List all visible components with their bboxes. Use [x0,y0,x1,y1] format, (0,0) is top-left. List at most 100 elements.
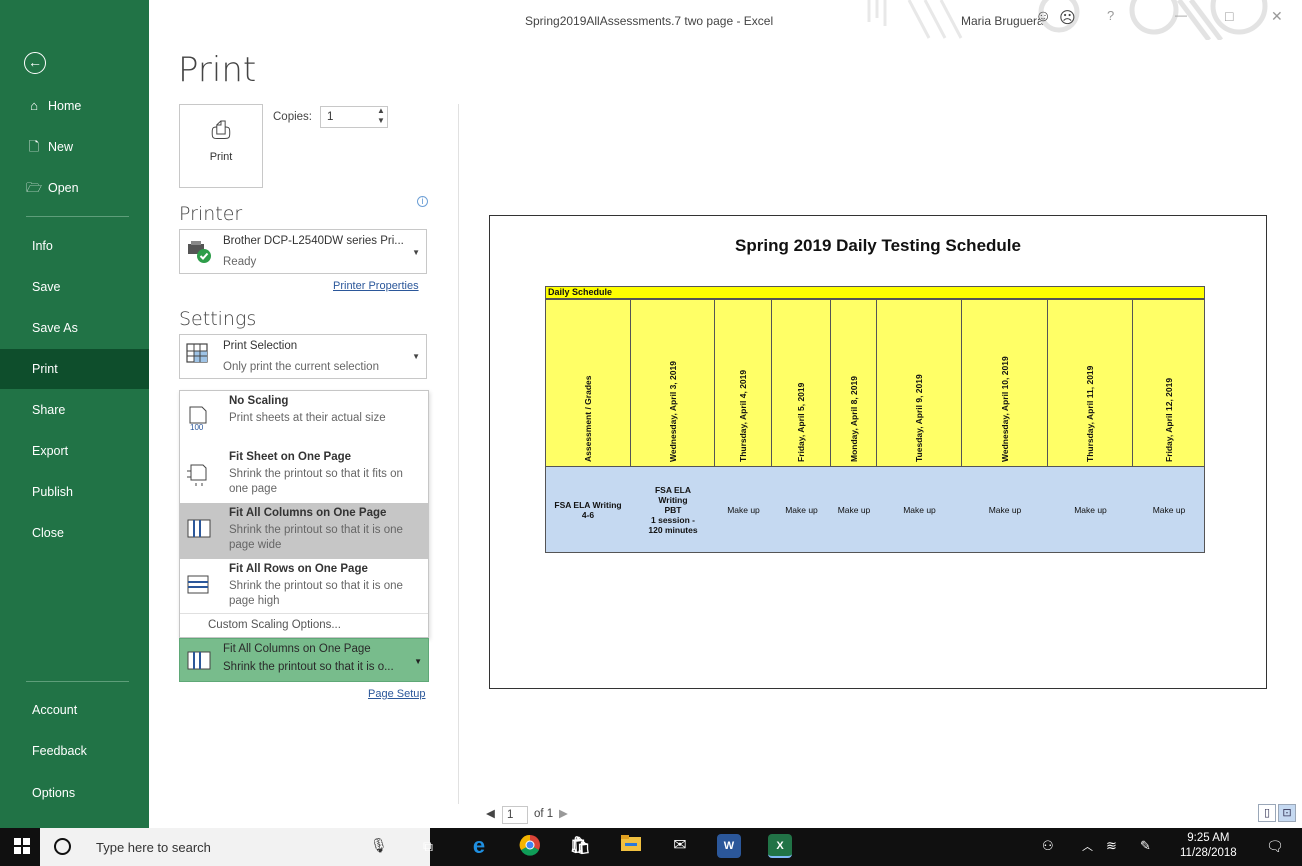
new-doc-icon: 🗋 [28,139,40,154]
sidebar-item-export[interactable]: Export [0,431,149,471]
table-header-label: Tuesday, April 9, 2019 [914,374,924,462]
back-arrow-icon[interactable]: ← [24,52,46,74]
print-preview-page: Spring 2019 Daily Testing Schedule Daily… [489,215,1267,689]
scaling-dropdown[interactable]: Fit All Columns on One Page Shrink the p… [179,638,429,682]
windows-start-icon[interactable] [14,838,30,859]
smile-feedback-icon[interactable]: ☺ [1035,8,1051,26]
people-icon[interactable]: ⚇ [1042,838,1054,854]
close-icon[interactable]: ✕ [1271,8,1283,25]
show-margins-icon[interactable]: ▯ [1258,804,1276,822]
sidebar-item-info[interactable]: Info [0,226,149,266]
next-page-icon[interactable]: ▶ [559,806,568,820]
prev-page-icon[interactable]: ◀ [486,806,495,820]
svg-text:100: 100 [190,423,204,431]
scaling-option-fit-sheet[interactable]: Fit Sheet on One Page Shrink the printou… [180,447,428,503]
spin-up-icon[interactable]: ▲ [377,106,385,115]
table-cell: Make up [715,467,772,553]
table-header-label: Monday, April 8, 2019 [848,376,859,462]
scaling-menu: 100 No Scaling Print sheets at their act… [179,390,429,638]
store-icon[interactable]: 🛍 [568,834,592,858]
home-icon: ⌂ [30,98,38,113]
table-header-cell: Friday, April 12, 2019 [1133,299,1205,467]
sidebar-item-open[interactable]: 🗁 Open [0,168,149,208]
sidebar-item-close[interactable]: Close [0,513,149,553]
copies-spinner[interactable]: ▲ ▼ [374,106,388,128]
sheet-title: Spring 2019 Daily Testing Schedule [735,236,1021,255]
page-setup-link[interactable]: Page Setup [368,688,426,700]
sidebar-item-feedback[interactable]: Feedback [0,731,149,771]
table-header-cell: Wednesday, April 10, 2019 [962,299,1048,467]
table-header-cell: Thursday, April 11, 2019 [1048,299,1133,467]
table-header-label: Assessment / Grades [582,375,593,462]
taskbar: Type here to search 🎙 ⧉ e 🛍 ✉ W X ⚇ ︿ ≋ … [0,828,1302,866]
fit-columns-icon [186,649,214,678]
sidebar-item-account[interactable]: Account [0,690,149,730]
sidebar-item-print[interactable]: Print [0,349,149,389]
chevron-up-icon[interactable]: ︿ [1082,838,1093,854]
table-cell: Make up [1048,467,1133,553]
printer-properties-link[interactable]: Printer Properties [333,280,419,292]
wifi-icon[interactable]: ≋ [1106,838,1117,854]
sidebar-item-options[interactable]: Options [0,773,149,813]
mail-icon[interactable]: ✉ [668,834,692,858]
restore-icon[interactable]: □ [1225,8,1233,24]
no-scaling-icon: 100 [186,405,210,436]
print-button[interactable]: ⎙ Print [179,104,263,188]
menu-divider [180,613,428,614]
table-header-label: Thursday, April 4, 2019 [738,369,748,462]
sidebar-divider [26,681,129,682]
edge-icon[interactable]: e [467,834,491,858]
pen-icon[interactable]: ✎ [1140,838,1151,854]
printer-heading: Printer [179,203,243,225]
chevron-down-icon: ▼ [414,657,422,666]
custom-scaling-options[interactable]: Custom Scaling Options... [208,619,341,631]
taskbar-search-box[interactable]: Type here to search 🎙 [40,828,430,866]
table-cell: Make up [1133,467,1205,553]
print-selection-dropdown[interactable]: Print Selection Only print the current s… [179,334,427,379]
task-view-icon[interactable]: ⧉ [416,834,440,858]
chrome-icon[interactable] [518,834,542,858]
sidebar-item-save-as[interactable]: Save As [0,308,149,348]
printer-dropdown[interactable]: Brother DCP-L2540DW series Pri... Ready … [179,229,427,274]
excel-icon[interactable]: X [768,834,792,858]
table-header-cell: Wednesday, April 3, 2019 [631,299,715,467]
help-icon[interactable]: ? [1107,8,1114,23]
sidebar-item-home[interactable]: ⌂ Home [0,86,149,126]
sidebar-item-publish[interactable]: Publish [0,472,149,512]
fit-columns-icon [186,517,211,546]
word-icon[interactable]: W [717,834,741,858]
notifications-icon[interactable]: 🗨 [1266,838,1284,855]
fit-rows-icon [186,573,210,602]
table-header-label: Thursday, April 11, 2019 [1085,365,1095,462]
folder-icon: 🗁 [26,180,43,195]
settings-heading: Settings [179,308,257,330]
table-cell: FSA ELA Writing PBT 1 session - 120 minu… [631,467,715,553]
fit-sheet-icon [186,461,210,492]
sidebar-divider [26,216,129,217]
zoom-to-page-icon[interactable]: ⊡ [1278,804,1296,822]
table-header-cell: Thursday, April 4, 2019 [715,299,772,467]
sidebar-item-new[interactable]: 🗋 New [0,127,149,167]
page-title: Print [178,50,257,90]
sidebar-item-share[interactable]: Share [0,390,149,430]
frown-feedback-icon[interactable]: ☹ [1059,8,1076,28]
scaling-option-no-scaling[interactable]: 100 No Scaling Print sheets at their act… [180,391,428,447]
scaling-option-fit-columns[interactable]: Fit All Columns on One Page Shrink the p… [180,503,428,559]
window-title: Spring2019AllAssessments.7 two page - Ex… [525,14,774,28]
info-icon[interactable]: i [417,196,428,207]
table-header-label: Friday, April 5, 2019 [796,382,806,462]
spin-down-icon[interactable]: ▼ [377,116,385,125]
file-explorer-icon[interactable] [619,834,643,858]
taskbar-clock[interactable]: 9:25 AM 11/28/2018 [1180,831,1237,861]
table-header-label: Friday, April 12, 2019 [1163,377,1174,462]
backstage-sidebar: ← ⌂ Home 🗋 New 🗁 Open Info Save Save As Pri… [0,0,149,828]
print-selection-icon [186,343,210,370]
title-bar: Spring2019AllAssessments.7 two page - Ex… [149,0,1302,44]
microphone-icon[interactable]: 🎙 [370,837,388,854]
table-cell: Make up [962,467,1048,553]
scaling-option-fit-rows[interactable]: Fit All Rows on One Page Shrink the prin… [180,559,428,615]
page-number-input[interactable]: 1 [502,806,528,824]
table-cell: FSA ELA Writing 4-6 [545,467,631,553]
minimize-icon[interactable]: — [1175,8,1187,22]
sidebar-item-save[interactable]: Save [0,267,149,307]
